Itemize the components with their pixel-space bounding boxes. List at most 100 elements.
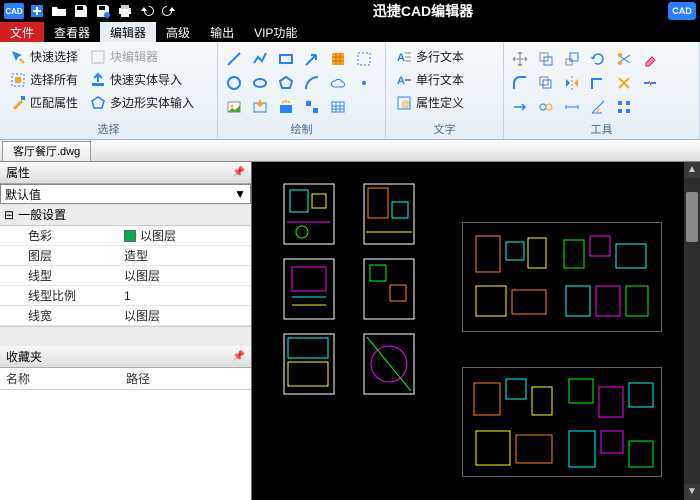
mirror-icon[interactable] <box>562 73 582 93</box>
circle-icon[interactable] <box>224 73 244 93</box>
vertical-scrollbar[interactable]: ▲ ▼ <box>684 162 700 500</box>
block-icon[interactable] <box>354 49 374 69</box>
chevron-down-icon: ▼ <box>234 187 246 201</box>
tab-file[interactable]: 文件 <box>0 22 44 42</box>
props-section-label: 一般设置 <box>18 206 66 223</box>
cad-drawing <box>472 282 552 322</box>
array-icon[interactable] <box>614 97 634 117</box>
pin-icon[interactable]: 📌 <box>233 351 245 362</box>
align-icon[interactable] <box>302 97 322 117</box>
block-editor-button: 块编辑器 <box>86 46 198 67</box>
favorites-list[interactable] <box>0 390 251 500</box>
image-icon[interactable] <box>224 97 244 117</box>
fast-import-label: 快速实体导入 <box>110 71 182 88</box>
ribbon: 快速选择 选择所有 匹配属性 块编辑器 快速实体导入 多边形实体输入 选择 <box>0 42 700 140</box>
rotate-icon[interactable] <box>588 49 608 69</box>
tab-vip[interactable]: VIP功能 <box>244 22 307 42</box>
join-icon[interactable] <box>536 97 556 117</box>
rectangle-icon[interactable] <box>276 49 296 69</box>
scroll-up-icon[interactable]: ▲ <box>684 162 700 178</box>
prop-value: 1 <box>120 289 251 303</box>
cad-drawing <box>362 257 417 322</box>
copy-icon[interactable] <box>536 49 556 69</box>
prop-key: 线宽 <box>0 307 120 324</box>
ribbon-group-tools: 工具 <box>504 42 700 139</box>
offset-icon[interactable] <box>536 73 556 93</box>
side-panels: 属性 📌 默认值 ▼ ⊟ 一般设置 色彩以图层 图层造型 线型以图层 线型比例1… <box>0 162 252 500</box>
prop-key: 线型 <box>0 267 120 284</box>
select-all-button[interactable]: 选择所有 <box>6 69 82 90</box>
redo-icon[interactable] <box>160 2 178 20</box>
group-label-select: 选择 <box>6 119 211 137</box>
extend-icon[interactable] <box>510 97 530 117</box>
match-props-button[interactable]: 匹配属性 <box>6 92 82 113</box>
saveas-icon[interactable] <box>94 2 112 20</box>
scroll-thumb[interactable] <box>686 192 698 242</box>
scroll-down-icon[interactable]: ▼ <box>684 484 700 500</box>
attrdef-label: 属性定义 <box>416 94 464 111</box>
explode-icon[interactable] <box>276 97 296 117</box>
app-logo-icon[interactable]: CAD <box>4 3 24 19</box>
prop-row[interactable]: 线型比例1 <box>0 286 251 306</box>
dim-linear-icon[interactable] <box>562 97 582 117</box>
explode2-icon[interactable] <box>614 73 634 93</box>
drawing-canvas[interactable]: ▲ ▼ <box>252 162 700 500</box>
arrow-icon[interactable] <box>302 49 322 69</box>
point-icon[interactable] <box>354 73 374 93</box>
quick-select-button[interactable]: 快速选择 <box>6 46 82 67</box>
props-panel-header[interactable]: 属性 📌 <box>0 162 251 184</box>
polyline-icon[interactable] <box>250 49 270 69</box>
new-icon[interactable] <box>28 2 46 20</box>
scale-icon[interactable] <box>562 49 582 69</box>
singleline-text-button[interactable]: A单行文本 <box>392 69 468 90</box>
break-icon[interactable] <box>640 73 660 93</box>
color-swatch-icon <box>124 230 136 242</box>
svg-text:A: A <box>397 75 405 87</box>
attrdef-button[interactable]: @ 属性定义 <box>392 92 468 113</box>
tab-output[interactable]: 输出 <box>200 22 244 42</box>
undo-icon[interactable] <box>138 2 156 20</box>
prop-row[interactable]: 图层造型 <box>0 246 251 266</box>
multiline-text-button[interactable]: A多行文本 <box>392 46 468 67</box>
fillet-icon[interactable] <box>510 73 530 93</box>
prop-row[interactable]: 线宽以图层 <box>0 306 251 326</box>
svg-text:@: @ <box>401 99 410 109</box>
prop-row[interactable]: 色彩以图层 <box>0 226 251 246</box>
cloud-icon[interactable] <box>328 73 348 93</box>
corner-icon[interactable] <box>588 73 608 93</box>
polygon-input-button[interactable]: 多边形实体输入 <box>86 92 198 113</box>
props-selector-combo[interactable]: 默认值 ▼ <box>0 184 251 204</box>
tab-viewer[interactable]: 查看器 <box>44 22 100 42</box>
ellipse-icon[interactable] <box>250 73 270 93</box>
line-icon[interactable] <box>224 49 244 69</box>
table-icon[interactable] <box>328 97 348 117</box>
prop-row[interactable]: 线型以图层 <box>0 266 251 286</box>
trim-icon[interactable] <box>614 49 634 69</box>
document-tab-bar: 客厅餐厅.dwg <box>0 140 700 162</box>
polygon-icon[interactable] <box>276 73 296 93</box>
props-section-header[interactable]: ⊟ 一般设置 <box>0 204 251 226</box>
favorites-panel-header[interactable]: 收藏夹 📌 <box>0 346 251 368</box>
tab-advanced[interactable]: 高级 <box>156 22 200 42</box>
tab-editor[interactable]: 编辑器 <box>100 22 156 42</box>
arc-icon[interactable] <box>302 73 322 93</box>
hatch-icon[interactable] <box>328 49 348 69</box>
cad-drawing <box>562 232 652 277</box>
document-tab[interactable]: 客厅餐厅.dwg <box>2 141 91 161</box>
print-icon[interactable] <box>116 2 134 20</box>
insert-icon[interactable] <box>250 97 270 117</box>
erase-icon[interactable] <box>640 49 660 69</box>
open-icon[interactable] <box>50 2 68 20</box>
cad-badge-icon[interactable]: CAD <box>668 2 696 20</box>
quick-access-toolbar: CAD <box>4 2 178 20</box>
cad-drawing <box>562 282 652 322</box>
move-icon[interactable] <box>510 49 530 69</box>
ribbon-group-draw: 绘制 <box>218 42 386 139</box>
dim-angle-icon[interactable] <box>588 97 608 117</box>
save-icon[interactable] <box>72 2 90 20</box>
prop-value: 以图层 <box>140 227 176 244</box>
cad-drawing <box>472 377 557 422</box>
prop-key: 图层 <box>0 247 120 264</box>
fast-import-button[interactable]: 快速实体导入 <box>86 69 198 90</box>
pin-icon[interactable]: 📌 <box>233 167 245 178</box>
